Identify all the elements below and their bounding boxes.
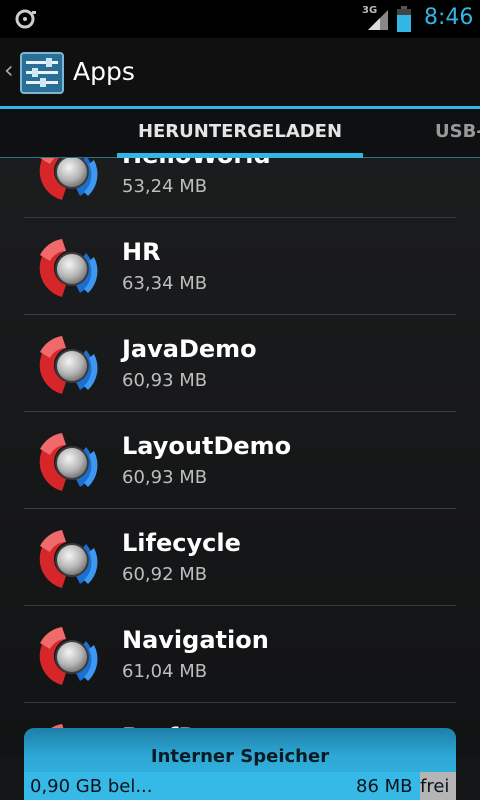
app-size: 61,04 MB (122, 661, 208, 682)
battery-icon (397, 6, 411, 32)
app-icon (34, 623, 106, 689)
tab-strip: HERUNTERGELADEN USB- (0, 109, 480, 158)
signal-icon (368, 10, 388, 30)
app-icon (34, 158, 106, 204)
list-item[interactable]: JavaDemo 60,93 MB (0, 315, 480, 412)
storage-used-text: 0,90 GB bel... (30, 776, 153, 797)
app-list[interactable]: HelloWorld 53,24 MB HR 63,34 MB JavaDemo 60,9… (0, 158, 480, 758)
app-size: 60,92 MB (122, 564, 208, 585)
app-icon (34, 526, 106, 592)
chevron-left-icon[interactable]: ‹ (4, 56, 14, 84)
storage-free-text: 86 MB (356, 776, 413, 797)
app-name: JavaDemo (122, 335, 257, 363)
status-bar: 3G 8:46 (0, 0, 480, 38)
app-size: 60,93 MB (122, 467, 208, 488)
app-name: LayoutDemo (122, 432, 292, 460)
app-size: 60,93 MB (122, 370, 208, 391)
action-bar: ‹ Apps (0, 38, 480, 108)
app-icon (34, 235, 106, 301)
list-item[interactable]: Navigation 61,04 MB (0, 606, 480, 703)
page-title: Apps (73, 57, 135, 86)
tab-usb-storage[interactable]: USB- (435, 121, 480, 142)
storage-label: Interner Speicher (150, 746, 330, 767)
list-item[interactable]: Lifecycle 60,92 MB (0, 509, 480, 606)
app-size: 53,24 MB (122, 176, 208, 197)
tab-downloaded[interactable]: HERUNTERGELADEN (117, 121, 363, 142)
storage-indicator: Interner Speicher 0,90 GB bel... 86 MB f… (24, 728, 456, 800)
clock: 8:46 (424, 5, 474, 30)
list-item[interactable]: HelloWorld 53,24 MB (0, 158, 480, 218)
app-icon (34, 332, 106, 398)
sd-card-icon (15, 9, 36, 29)
storage-free-label: frei (420, 776, 450, 797)
app-icon (34, 429, 106, 495)
app-name: Lifecycle (122, 529, 241, 557)
app-name: HR (122, 238, 161, 266)
app-name: Navigation (122, 626, 269, 654)
app-size: 63,34 MB (122, 273, 208, 294)
list-item[interactable]: LayoutDemo 60,93 MB (0, 412, 480, 509)
list-item[interactable]: HR 63,34 MB (0, 218, 480, 315)
settings-app-icon[interactable] (20, 52, 64, 94)
app-name: HelloWorld (122, 158, 271, 169)
